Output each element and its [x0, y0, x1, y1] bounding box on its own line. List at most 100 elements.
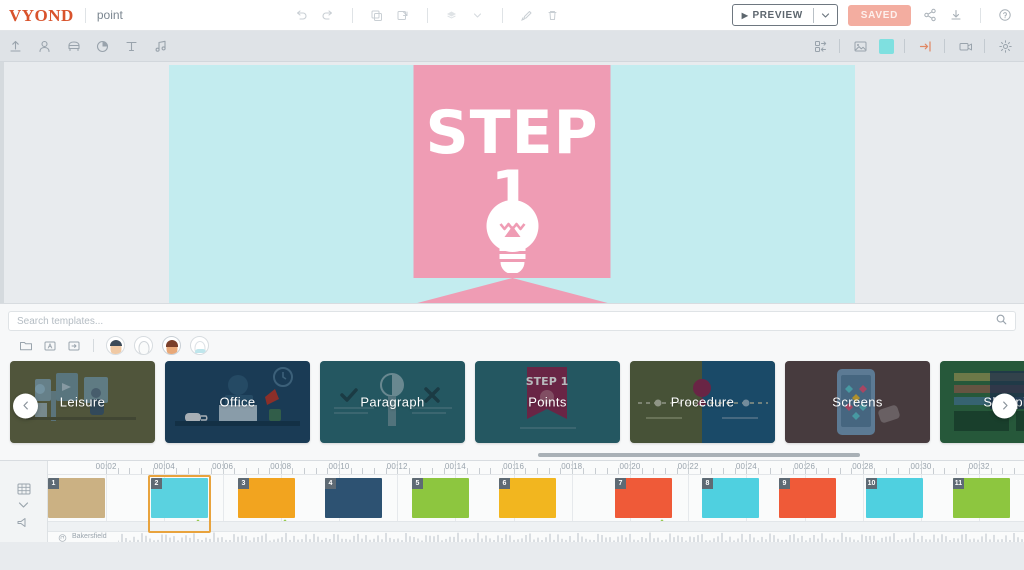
timeline-scene-10[interactable]: 10	[866, 478, 923, 518]
timeline-scene-4[interactable]: 4	[325, 478, 382, 518]
paste-icon[interactable]	[390, 2, 416, 28]
toolbar-right-tools	[805, 33, 1024, 60]
carousel-next-button[interactable]	[992, 393, 1017, 418]
delete-icon[interactable]	[540, 2, 566, 28]
template-card-paragraph[interactable]: Paragraph	[320, 361, 465, 443]
text-icon[interactable]	[118, 33, 145, 60]
search-box[interactable]	[8, 311, 1016, 331]
ruler-time-label: 00:08	[270, 462, 292, 471]
ruler-time-label: 00:04	[153, 462, 175, 471]
folder-text-icon[interactable]	[39, 336, 60, 355]
lightbulb-icon[interactable]	[480, 197, 544, 276]
timeline-ruler[interactable]: 00:02 00:04 00:06 00:08 00:10 00:12 00:14 00:16…	[48, 461, 1024, 475]
scene-number-badge: 2	[151, 478, 162, 489]
avatar-filter-2[interactable]	[134, 336, 153, 355]
saved-button[interactable]: SAVED	[847, 4, 911, 26]
timeline-scene-5[interactable]: 5	[412, 478, 469, 518]
ruler-tick-minor	[781, 468, 783, 474]
scene-number-badge: 1	[48, 478, 59, 489]
header-actions: ▶ PREVIEW SAVED	[731, 2, 1024, 28]
template-library-panel: Leisure Office	[0, 303, 1024, 460]
ruler-tick-minor	[467, 468, 469, 474]
timeline-scene-7[interactable]: 7	[615, 478, 672, 518]
template-cards-carousel: Leisure Office Paragraph STEP 1 Points P…	[0, 361, 1024, 450]
avatar-filter-1[interactable]	[106, 336, 125, 355]
timeline-scene-8[interactable]: 8	[702, 478, 759, 518]
vyond-logo[interactable]: VYOND	[0, 7, 74, 24]
search-icon[interactable]	[996, 314, 1007, 328]
copy-icon[interactable]	[364, 2, 390, 28]
folder-icon[interactable]	[15, 336, 36, 355]
ruler-tick-minor	[362, 468, 364, 474]
download-icon[interactable]	[943, 2, 969, 28]
ruler-tick-minor	[827, 468, 829, 474]
timeline-scene-9[interactable]: 9	[779, 478, 836, 518]
canvas-stage[interactable]: STEP 1	[0, 62, 1024, 303]
timeline-scene-track[interactable]: 1 2 3 4 5 6 7 8 9 10 11	[48, 475, 1024, 543]
template-cards-list: Leisure Office Paragraph STEP 1 Points P…	[0, 361, 1024, 443]
music-icon[interactable]	[147, 33, 174, 60]
step-banner-shape[interactable]: STEP 1	[413, 65, 611, 303]
background-image-icon[interactable]	[847, 33, 874, 60]
format-paint-icon[interactable]	[514, 2, 540, 28]
help-icon[interactable]	[992, 2, 1018, 28]
settings-icon[interactable]	[992, 33, 1019, 60]
play-icon: ▶	[741, 10, 749, 20]
search-input[interactable]	[17, 315, 996, 327]
header-divider-2	[351, 7, 353, 23]
transition-icon[interactable]	[912, 33, 939, 60]
ruler-tick-minor	[932, 468, 934, 474]
ruler-time-label: 00:22	[677, 462, 699, 471]
scenes-grid-icon[interactable]	[0, 481, 47, 509]
avatar-filter-3[interactable]	[162, 336, 181, 355]
redo-icon[interactable]	[315, 2, 341, 28]
ruler-tick-minor	[699, 468, 701, 474]
template-scrollbar-thumb[interactable]	[538, 453, 860, 457]
camera-icon[interactable]	[952, 33, 979, 60]
share-icon[interactable]	[917, 2, 943, 28]
upload-icon[interactable]	[2, 33, 29, 60]
template-card-procedure[interactable]: Procedure	[630, 361, 775, 443]
background-color-swatch[interactable]	[879, 38, 894, 54]
timeline-audio-waveform-row[interactable]: Bakersfield	[48, 531, 1024, 542]
ruler-tick-minor	[176, 468, 178, 474]
ruler-tick-minor	[117, 468, 119, 474]
timeline-panel: 00:02 00:04 00:06 00:08 00:10 00:12 00:14 00:16…	[0, 460, 1024, 543]
avatar-filter-4[interactable]	[190, 336, 209, 355]
character-icon[interactable]	[31, 33, 58, 60]
layers-icon[interactable]	[439, 2, 465, 28]
prop-icon[interactable]	[60, 33, 87, 60]
avatar-3-hair	[165, 340, 178, 347]
folder-import-icon[interactable]	[63, 336, 84, 355]
swap-icon[interactable]	[807, 33, 834, 60]
timeline-scene-11[interactable]: 11	[953, 478, 1010, 518]
ruler-tick-minor	[874, 468, 876, 474]
toolbar-divider-4	[984, 39, 985, 53]
document-title[interactable]: point	[97, 8, 123, 22]
ruler-tick-minor	[234, 468, 236, 474]
timeline-scene-2[interactable]: 2	[151, 478, 208, 518]
template-card-office[interactable]: Office	[165, 361, 310, 443]
ruler-tick-minor	[373, 468, 375, 474]
undo-icon[interactable]	[289, 2, 315, 28]
timeline-scene-1[interactable]: 1	[48, 478, 105, 518]
timeline-scene-3[interactable]: 3	[238, 478, 295, 518]
toolbar-divider-1	[839, 39, 840, 53]
template-card-points[interactable]: STEP 1 Points	[475, 361, 620, 443]
timeline-scene-6[interactable]: 6	[499, 478, 556, 518]
carousel-prev-button[interactable]	[13, 393, 38, 418]
template-card-screens[interactable]: Screens	[785, 361, 930, 443]
scene-number-badge: 5	[412, 478, 423, 489]
chevron-down-icon[interactable]	[465, 2, 491, 28]
scene-number-badge: 4	[325, 478, 336, 489]
ruler-time-label: 00:16	[503, 462, 525, 471]
preview-dropdown-chevron-icon[interactable]	[814, 11, 837, 20]
template-filter-row	[0, 336, 1024, 361]
chart-icon[interactable]	[89, 33, 116, 60]
slide-canvas[interactable]: STEP 1	[169, 65, 855, 303]
preview-button[interactable]: ▶ PREVIEW	[731, 4, 838, 26]
template-scrollbar-track[interactable]	[0, 450, 1024, 460]
preview-button-label: ▶ PREVIEW	[733, 10, 813, 21]
audio-track-icon[interactable]	[0, 517, 47, 528]
ruler-time-label: 00:12	[386, 462, 408, 471]
